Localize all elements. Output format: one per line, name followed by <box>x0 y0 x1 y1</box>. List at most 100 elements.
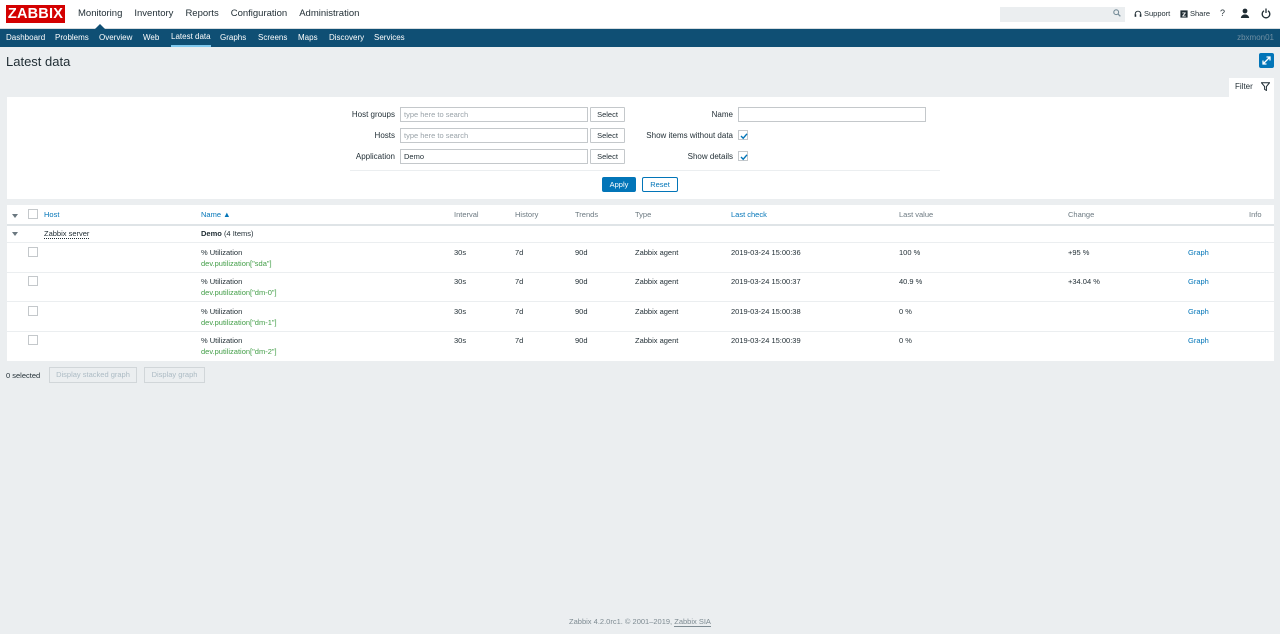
support-label: Support <box>1144 9 1171 18</box>
item-checkbox[interactable] <box>28 306 38 316</box>
apply-button[interactable]: Apply <box>602 177 636 192</box>
host-groups-input[interactable]: type here to search <box>400 107 588 122</box>
help-link[interactable]: ? <box>1220 8 1225 18</box>
item-last-value: 100 % <box>899 248 921 257</box>
name-input[interactable] <box>738 107 926 122</box>
share-icon: Z <box>1180 9 1188 18</box>
menu-configuration[interactable]: Configuration <box>225 0 294 29</box>
subnav-web[interactable]: Web <box>143 29 159 47</box>
hosts-input[interactable]: type here to search <box>400 128 588 143</box>
search-icon[interactable] <box>1113 9 1121 17</box>
subnav-latest-data[interactable]: Latest data <box>171 29 211 47</box>
application-label: Application <box>355 152 395 161</box>
display-stacked-graph-button[interactable]: Display stacked graph <box>49 367 137 383</box>
filter-tab[interactable]: Filter <box>1229 78 1274 97</box>
item-interval: 30s <box>454 277 467 286</box>
host-groups-select-button[interactable]: Select <box>590 107 625 122</box>
top-bar: ZABBIX Monitoring Inventory Reports Conf… <box>0 0 1280 29</box>
item-name: % Utilization <box>201 248 243 257</box>
item-last-check: 2019-03-24 15:00:39 <box>731 336 801 345</box>
item-history: 7d <box>515 277 524 286</box>
item-history: 7d <box>515 248 524 257</box>
column-history: History <box>515 210 539 219</box>
item-graph-link[interactable]: Graph <box>1188 307 1209 316</box>
item-change: +34.04 % <box>1068 277 1100 286</box>
item-key: dev.putilization["sda"] <box>201 259 272 268</box>
menu-monitoring[interactable]: Monitoring <box>72 0 128 29</box>
subnav-maps[interactable]: Maps <box>298 29 318 47</box>
fullscreen-button[interactable] <box>1259 53 1274 68</box>
item-checkbox[interactable] <box>28 335 38 345</box>
item-name: % Utilization <box>201 336 243 345</box>
page-title: Latest data <box>6 54 71 69</box>
share-link[interactable]: Z Share <box>1180 9 1210 18</box>
show-details-checkbox[interactable] <box>738 151 748 161</box>
menu-administration[interactable]: Administration <box>293 0 365 29</box>
collapse-all-toggle[interactable] <box>12 214 18 218</box>
row-divider <box>7 242 1274 243</box>
item-graph-link[interactable]: Graph <box>1188 248 1209 257</box>
item-last-value: 0 % <box>899 307 912 316</box>
support-link[interactable]: Support <box>1134 9 1170 18</box>
reset-button[interactable]: Reset <box>642 177 678 192</box>
column-host[interactable]: Host <box>44 210 59 219</box>
application-input[interactable]: Demo <box>400 149 588 164</box>
subnav-problems[interactable]: Problems <box>55 29 89 47</box>
menu-reports[interactable]: Reports <box>179 0 224 29</box>
item-type: Zabbix agent <box>635 307 679 316</box>
application-group: Demo (4 Items) <box>201 229 254 238</box>
zabbix-logo[interactable]: ZABBIX <box>6 5 65 23</box>
global-search-input[interactable] <box>1000 7 1125 22</box>
subnav-services[interactable]: Services <box>374 29 405 47</box>
item-trends: 90d <box>575 307 588 316</box>
subnav-graphs[interactable]: Graphs <box>220 29 246 47</box>
column-info: Info <box>1249 210 1262 219</box>
item-type: Zabbix agent <box>635 336 679 345</box>
filter-tab-label: Filter <box>1235 82 1253 91</box>
show-items-without-data-label: Show items without data <box>646 131 733 140</box>
subnav-dashboard[interactable]: Dashboard <box>6 29 45 47</box>
selected-count: 0 selected <box>6 371 41 380</box>
column-last-check[interactable]: Last check <box>731 210 767 219</box>
row-divider <box>7 331 1274 332</box>
show-items-without-data-checkbox[interactable] <box>738 130 748 140</box>
item-interval: 30s <box>454 307 467 316</box>
main-menu: Monitoring Inventory Reports Configurati… <box>72 0 365 29</box>
subnav-screens[interactable]: Screens <box>258 29 287 47</box>
item-last-value: 0 % <box>899 336 912 345</box>
item-graph-link[interactable]: Graph <box>1188 277 1209 286</box>
application-select-button[interactable]: Select <box>590 149 625 164</box>
filter-panel: Host groups type here to search Select H… <box>7 97 1274 199</box>
item-last-value: 40.9 % <box>899 277 923 286</box>
subnav-overview[interactable]: Overview <box>99 29 132 47</box>
subnav-discovery[interactable]: Discovery <box>329 29 364 47</box>
fullscreen-icon <box>1262 56 1271 65</box>
group-collapse-toggle[interactable] <box>12 232 18 236</box>
application-name: Demo <box>201 229 222 238</box>
svg-text:Z: Z <box>1182 12 1186 18</box>
sign-out-icon[interactable] <box>1261 8 1271 19</box>
menu-inventory[interactable]: Inventory <box>128 0 179 29</box>
footer-company-link[interactable]: Zabbix SIA <box>674 617 711 627</box>
item-last-check: 2019-03-24 15:00:37 <box>731 277 801 286</box>
item-key: dev.putilization["dm-0"] <box>201 288 277 297</box>
column-name[interactable]: Name ▲ <box>201 210 231 219</box>
item-checkbox[interactable] <box>28 247 38 257</box>
item-change: +95 % <box>1068 248 1090 257</box>
host-name[interactable]: Zabbix server <box>44 229 90 239</box>
filter-icon <box>1261 82 1270 91</box>
select-all-checkbox[interactable] <box>28 209 38 219</box>
display-graph-button[interactable]: Display graph <box>144 367 205 383</box>
item-key: dev.putilization["dm-1"] <box>201 318 277 327</box>
user-profile-icon[interactable] <box>1240 8 1250 19</box>
column-interval: Interval <box>454 210 479 219</box>
column-change: Change <box>1068 210 1095 219</box>
item-graph-link[interactable]: Graph <box>1188 336 1209 345</box>
item-interval: 30s <box>454 248 467 257</box>
headset-icon <box>1134 10 1142 17</box>
item-history: 7d <box>515 307 524 316</box>
item-checkbox[interactable] <box>28 276 38 286</box>
item-type: Zabbix agent <box>635 248 679 257</box>
host-groups-label: Host groups <box>351 110 395 119</box>
item-last-check: 2019-03-24 15:00:36 <box>731 248 801 257</box>
